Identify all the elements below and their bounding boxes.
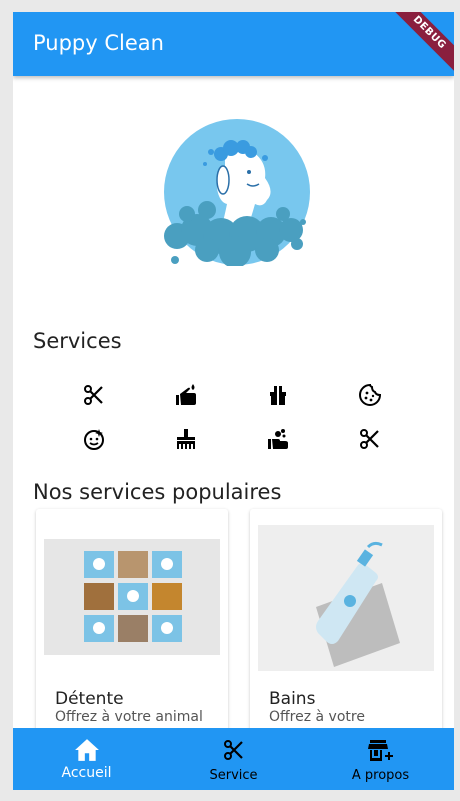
card-desc-bains: Offrez à votre <box>269 709 365 725</box>
card-desc-detente: Offrez à votre animal <box>55 709 203 725</box>
cookie-icon <box>359 383 382 406</box>
nav-a-propos[interactable]: A propos <box>307 728 454 790</box>
card-title-bains: Bains <box>269 689 316 709</box>
scissors-icon <box>84 385 103 405</box>
nav-label-accueil: Accueil <box>61 765 112 781</box>
popular-heading: Nos services populaires <box>33 480 282 504</box>
service-face-button[interactable] <box>76 423 112 455</box>
gift-icon <box>270 386 286 405</box>
service-gift-button[interactable] <box>260 379 296 411</box>
card-bains[interactable]: Bains Offrez à votre <box>250 509 442 749</box>
hand-soap-icon <box>176 384 196 405</box>
face-icon <box>84 429 104 450</box>
app-frame: Puppy Clean DEBUG Services Nos services … <box>13 12 454 790</box>
card-image-detente <box>44 539 220 655</box>
service-treat-button[interactable] <box>352 379 388 411</box>
nav-label-service: Service <box>209 768 258 783</box>
hand-wash-icon <box>268 429 288 449</box>
service-wash-button[interactable] <box>260 423 296 455</box>
nav-accueil[interactable]: Accueil <box>13 728 160 790</box>
nav-label-a-propos: A propos <box>351 768 410 783</box>
services-heading: Services <box>33 329 122 353</box>
puppy-logo <box>164 119 310 266</box>
scissors-icon <box>223 740 243 760</box>
nav-service[interactable]: Service <box>160 728 307 790</box>
home-icon <box>74 739 99 761</box>
add-store-icon <box>367 740 393 761</box>
app-bar: Puppy Clean <box>13 12 454 76</box>
scissors-icon <box>360 429 379 449</box>
popular-cards: Détente Offrez à votre animal Bains Offr… <box>36 509 454 749</box>
app-title: Puppy Clean <box>33 31 164 55</box>
card-detente[interactable]: Détente Offrez à votre animal <box>36 509 228 749</box>
service-brush-button[interactable] <box>168 423 204 455</box>
card-title-detente: Détente <box>55 689 124 709</box>
service-grooming-button[interactable] <box>76 379 112 411</box>
service-cut-button[interactable] <box>352 423 388 455</box>
card-image-bains <box>258 525 434 671</box>
bottom-navigation: Accueil Service A propos <box>13 728 454 790</box>
brush-icon <box>177 429 195 449</box>
service-soap-button[interactable] <box>168 379 204 411</box>
